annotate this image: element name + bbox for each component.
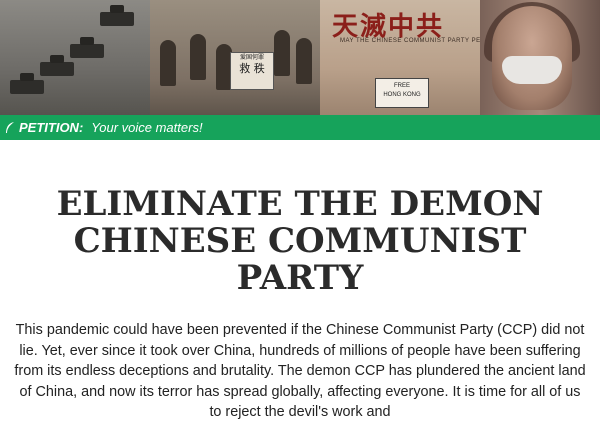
- protester-figure: [296, 38, 312, 84]
- tank-icon: [100, 5, 134, 26]
- protest-sign-text: 救 秩: [239, 62, 265, 75]
- petition-message: Your voice matters!: [91, 120, 203, 135]
- banner-caption: MAY THE CHINESE COMMUNIST PARTY PERISH: [340, 38, 497, 44]
- protester-figure: [190, 34, 206, 80]
- hk-sign-line2: HONG KONG: [383, 92, 421, 98]
- petition-bar[interactable]: PETITION: Your voice matters!: [0, 115, 600, 140]
- protest-sign: 爱国何罪 救 秩: [230, 52, 274, 90]
- face-mask-shape: [502, 56, 562, 84]
- protester-figure: [160, 40, 176, 86]
- tiananmen-tanks-photo: [0, 0, 150, 115]
- quill-icon: [5, 121, 15, 134]
- hero-banner: 爱国何罪 救 秩 天滅中共 MAY THE CHINESE COMMUNIST …: [0, 0, 600, 115]
- hk-sign-line1: FREE: [393, 83, 410, 89]
- protest-sign-top: 爱国何罪: [239, 54, 264, 61]
- petition-label: PETITION:: [19, 120, 84, 135]
- tank-icon: [10, 73, 44, 94]
- tank-icon: [40, 55, 74, 76]
- free-hong-kong-sign: FREE HONG KONG: [375, 78, 429, 108]
- protester-figure: [274, 30, 290, 76]
- article-headline: ELIMINATE THE DEMON CHINESE COMMUNIST PA…: [56, 184, 544, 298]
- article-body: This pandemic could have been prevented …: [14, 322, 586, 420]
- tank-icon: [70, 37, 104, 58]
